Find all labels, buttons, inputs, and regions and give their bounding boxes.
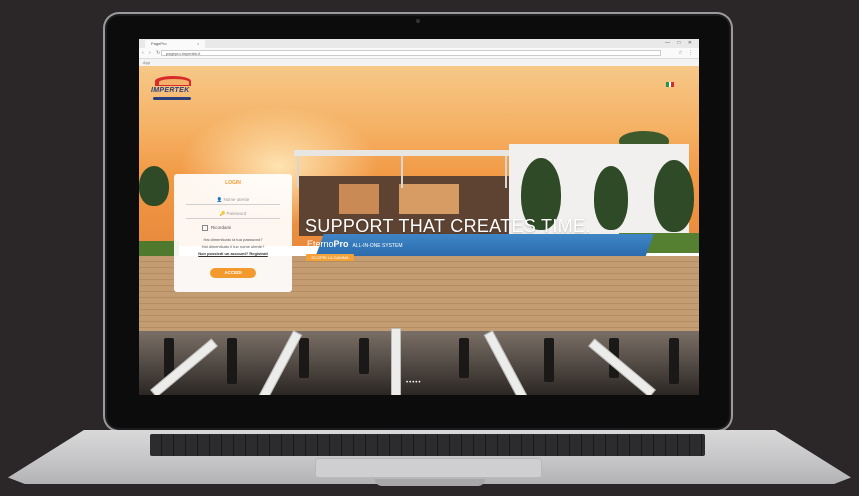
user-icon: 👤	[216, 197, 223, 202]
impertek-logo[interactable]: IMPERTEK	[151, 76, 195, 104]
key-icon: 🔑	[219, 211, 226, 216]
product-suffix: Pro	[333, 239, 349, 249]
password-placeholder: Password	[226, 211, 247, 216]
browser-tab-title: PagePro	[151, 41, 167, 46]
password-input[interactable]: 🔑 Password	[186, 210, 280, 219]
pedestal	[299, 338, 309, 378]
browser-tab[interactable]: PagePro ×	[145, 40, 205, 48]
window-controls[interactable]: — □ ✕	[665, 39, 695, 48]
remember-label: Ricordami	[211, 225, 232, 231]
browser-tab-strip: PagePro × — □ ✕	[139, 39, 699, 48]
website: IMPERTEK LOGIN 👤 Nome utente 🔑 Password …	[139, 66, 699, 395]
browser-toolbar: ‹ › ↻ pagepro.impertek.it ☆ ⋮	[139, 48, 699, 59]
pergola-post	[297, 156, 299, 188]
laptop-screen: PagePro × — □ ✕ ‹ › ↻ pagepro.impertek.i…	[139, 39, 699, 395]
discover-range-button[interactable]: SCOPRI LA GAMMA	[306, 254, 354, 261]
pergola-post	[505, 156, 507, 188]
tree	[594, 166, 628, 230]
system-label: ALL-IN-ONE SYSTEM	[352, 243, 403, 249]
username-input[interactable]: 👤 Nome utente	[186, 196, 280, 205]
login-title: LOGIN	[225, 180, 241, 186]
pedestal	[544, 338, 554, 382]
close-icon[interactable]: ×	[197, 40, 199, 48]
base-notch	[375, 479, 485, 486]
trackpad	[315, 458, 542, 478]
pedestal	[459, 338, 469, 378]
hero-product-line: EternoPro ALL-IN-ONE SYSTEM	[307, 239, 403, 249]
joist	[391, 328, 401, 395]
forgot-password-link[interactable]: Hai dimenticato la tua password?	[180, 237, 286, 242]
navigation-buttons[interactable]: ‹ › ↻	[142, 48, 162, 58]
product-prefix: Eterno	[307, 239, 334, 249]
pergola-post	[401, 156, 403, 188]
forgot-username-link[interactable]: Hai dimenticato il tuo nome utente?	[180, 244, 286, 249]
tree	[139, 166, 169, 206]
tree	[654, 160, 694, 232]
hero-headline: SUPPORT THAT CREATES TIME.	[305, 216, 591, 236]
logo-text: IMPERTEK	[151, 87, 190, 94]
toolbar-icons[interactable]: ☆ ⋮	[678, 48, 695, 58]
pedestal	[669, 338, 679, 384]
pedestal	[359, 338, 369, 374]
address-bar[interactable]: pagepro.impertek.it	[161, 50, 661, 56]
keyboard	[150, 434, 705, 456]
italian-flag-icon[interactable]	[666, 74, 674, 87]
flag-stripe	[671, 82, 674, 87]
remember-me-checkbox[interactable]: Ricordami	[202, 225, 231, 231]
logo-underline	[153, 97, 191, 100]
login-panel: LOGIN 👤 Nome utente 🔑 Password Ricordami…	[174, 174, 292, 292]
pedestal	[227, 338, 237, 384]
carousel-dots[interactable]: •••••	[406, 380, 422, 386]
username-placeholder: Nome utente	[223, 197, 250, 202]
register-link[interactable]: Non possiedi un account? Registrati	[180, 251, 286, 256]
bookmarks-bar[interactable]: App	[139, 59, 699, 66]
logo-arc	[159, 79, 189, 85]
login-button[interactable]: ACCEDI	[210, 268, 256, 278]
camera-dot	[416, 19, 420, 23]
window-glow	[399, 184, 459, 214]
checkbox-icon	[202, 225, 208, 231]
window-glow	[339, 184, 379, 214]
